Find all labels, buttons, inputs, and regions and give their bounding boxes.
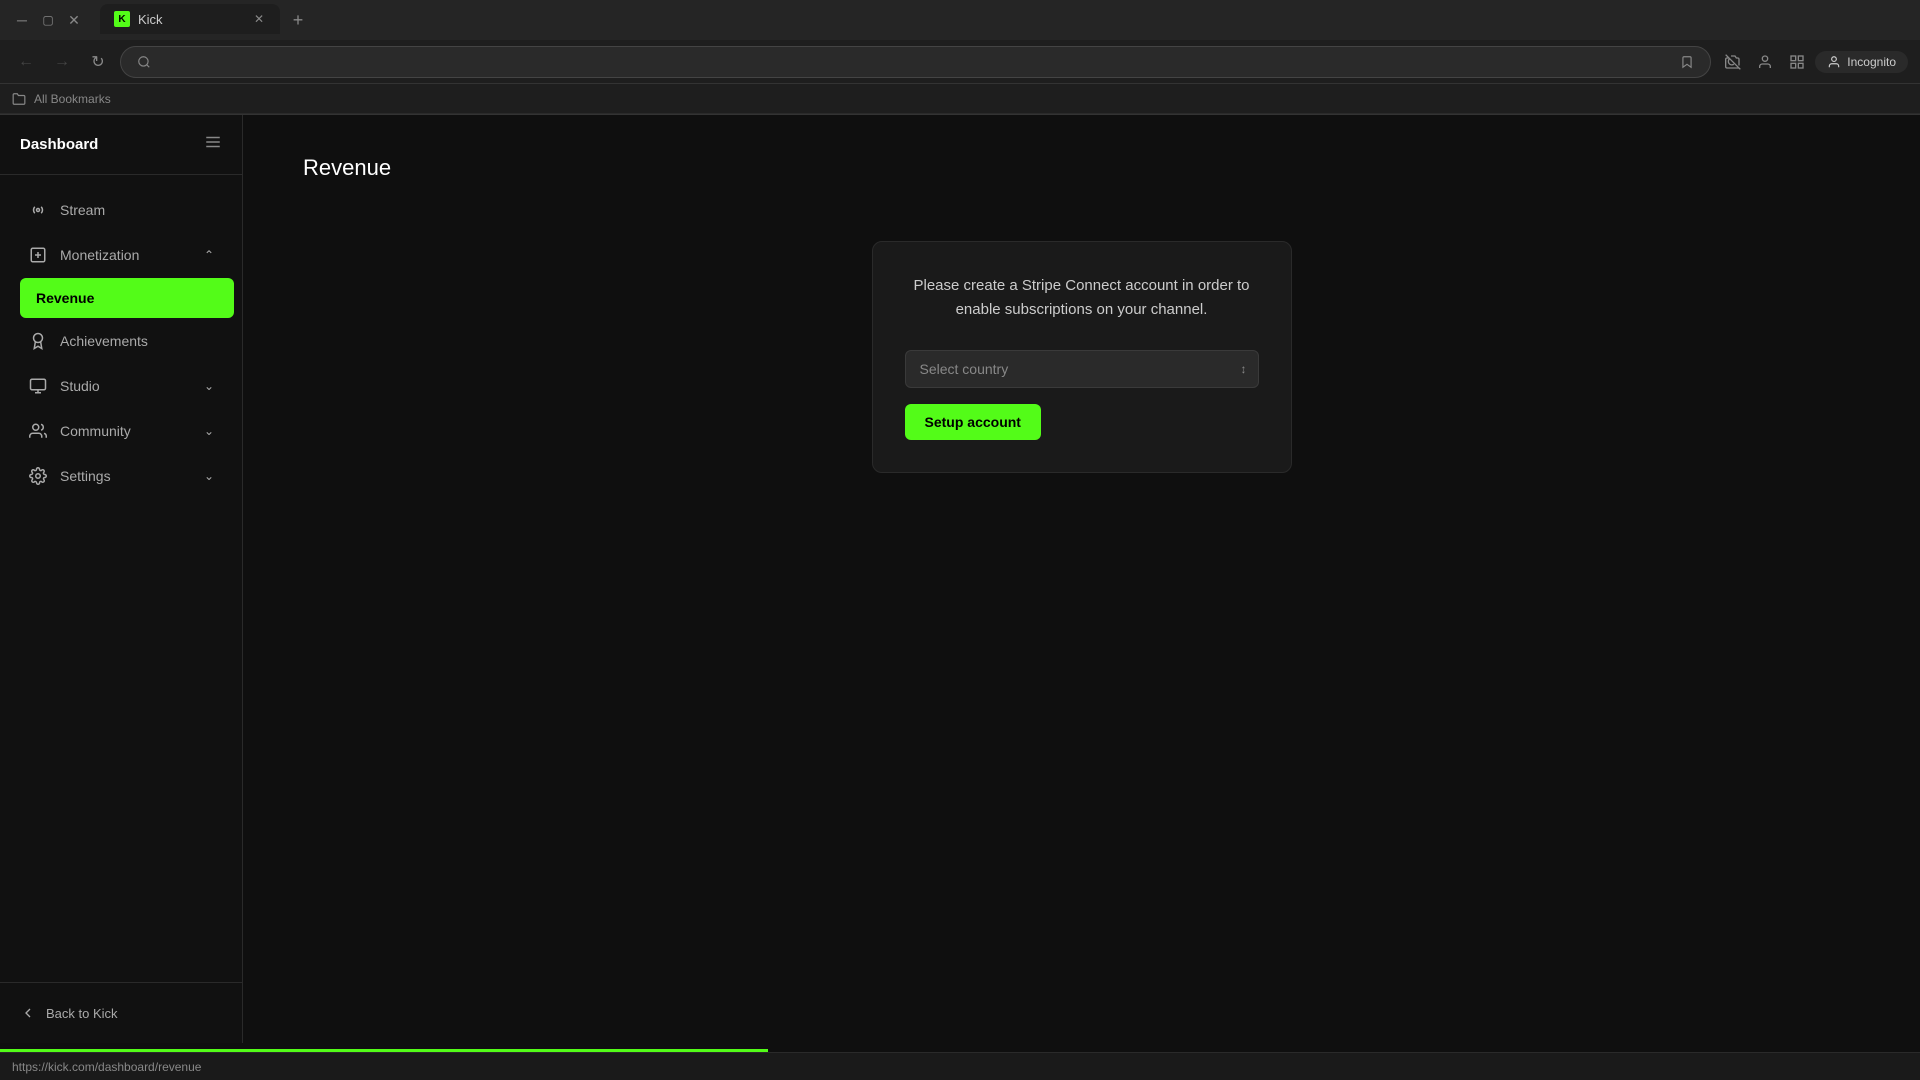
window-minimize[interactable]: ─ xyxy=(12,10,32,30)
sidebar-header: Dashboard xyxy=(0,115,242,175)
camera-off-icon[interactable] xyxy=(1719,48,1747,76)
monetization-icon xyxy=(28,245,48,265)
window-maximize[interactable]: ▢ xyxy=(38,10,58,30)
main-content: Revenue Please create a Stripe Connect a… xyxy=(243,115,1920,1043)
achievements-icon xyxy=(28,331,48,351)
sidebar-footer: Back to Kick xyxy=(0,982,242,1043)
sidebar-item-community[interactable]: Community ⌄ xyxy=(8,409,234,453)
settings-chevron-icon: ⌄ xyxy=(204,469,214,483)
browser-toolbar: ← → ↻ kick.com/dashboard/revenue xyxy=(0,40,1920,84)
sidebar-item-revenue-label: Revenue xyxy=(36,290,94,306)
stream-icon xyxy=(28,200,48,220)
new-tab-button[interactable]: + xyxy=(284,6,312,34)
setup-account-button[interactable]: Setup account xyxy=(905,404,1041,440)
sidebar-item-studio-label: Studio xyxy=(60,378,100,394)
bookmarks-folder-icon xyxy=(12,92,26,106)
forward-button[interactable]: → xyxy=(48,48,76,76)
sidebar-item-settings-label: Settings xyxy=(60,468,111,484)
back-arrow-icon xyxy=(20,1005,36,1021)
reload-button[interactable]: ↻ xyxy=(84,48,112,76)
sidebar-item-studio[interactable]: Studio ⌄ xyxy=(8,364,234,408)
bookmarks-bar: All Bookmarks xyxy=(0,84,1920,114)
country-select[interactable]: Select country United States United King… xyxy=(905,350,1259,388)
monetization-chevron-icon: ⌃ xyxy=(204,248,214,262)
revenue-card: Please create a Stripe Connect account i… xyxy=(872,241,1292,473)
country-select-wrapper: Select country United States United King… xyxy=(905,350,1259,388)
back-button[interactable]: ← xyxy=(12,48,40,76)
studio-chevron-icon: ⌄ xyxy=(204,379,214,393)
active-tab[interactable]: K Kick ✕ xyxy=(100,4,280,34)
window-controls: ─ ▢ ✕ xyxy=(12,10,84,30)
bookmark-icon[interactable] xyxy=(1680,55,1694,69)
incognito-label: Incognito xyxy=(1847,55,1896,69)
url-input[interactable]: kick.com/dashboard/revenue xyxy=(159,54,1672,69)
back-to-kick-label: Back to Kick xyxy=(46,1006,118,1021)
sidebar-item-community-label: Community xyxy=(60,423,131,439)
sidebar-item-revenue[interactable]: Revenue xyxy=(20,278,234,318)
sidebar-title: Dashboard xyxy=(20,136,98,153)
stripe-description: Please create a Stripe Connect account i… xyxy=(905,274,1259,322)
bookmarks-label: All Bookmarks xyxy=(34,92,111,106)
sidebar-item-achievements[interactable]: Achievements xyxy=(8,319,234,363)
status-url: https://kick.com/dashboard/revenue xyxy=(12,1060,201,1074)
status-bar: https://kick.com/dashboard/revenue xyxy=(0,1052,1920,1080)
tab-favicon: K xyxy=(114,11,130,27)
sidebar-item-monetization-label: Monetization xyxy=(60,247,139,263)
tab-bar: K Kick ✕ + xyxy=(100,6,1908,34)
tab-title: Kick xyxy=(138,12,163,27)
app-container: Dashboard Stream xyxy=(0,115,1920,1043)
page-title: Revenue xyxy=(303,155,1860,181)
sidebar-navigation: Stream Monetization ⌃ Revenue xyxy=(0,175,242,982)
community-icon xyxy=(28,421,48,441)
sidebar-item-stream-label: Stream xyxy=(60,202,105,218)
window-close[interactable]: ✕ xyxy=(64,10,84,30)
tab-close-button[interactable]: ✕ xyxy=(252,10,266,28)
toolbar-actions: Incognito xyxy=(1719,48,1908,76)
back-to-kick-button[interactable]: Back to Kick xyxy=(8,995,234,1031)
extensions-icon[interactable] xyxy=(1783,48,1811,76)
sidebar-item-settings[interactable]: Settings ⌄ xyxy=(8,454,234,498)
sidebar-item-stream[interactable]: Stream xyxy=(8,188,234,232)
studio-icon xyxy=(28,376,48,396)
sidebar: Dashboard Stream xyxy=(0,115,243,1043)
address-bar[interactable]: kick.com/dashboard/revenue xyxy=(120,46,1711,78)
sidebar-item-monetization[interactable]: Monetization ⌃ xyxy=(8,233,234,277)
profile-icon[interactable] xyxy=(1751,48,1779,76)
browser-titlebar: ─ ▢ ✕ K Kick ✕ + xyxy=(0,0,1920,40)
browser-chrome: ─ ▢ ✕ K Kick ✕ + ← → ↻ kick.com/dashboar… xyxy=(0,0,1920,115)
sidebar-item-achievements-label: Achievements xyxy=(60,333,148,349)
sidebar-toggle-button[interactable] xyxy=(204,133,222,156)
incognito-button[interactable]: Incognito xyxy=(1815,51,1908,73)
settings-icon xyxy=(28,466,48,486)
community-chevron-icon: ⌄ xyxy=(204,424,214,438)
